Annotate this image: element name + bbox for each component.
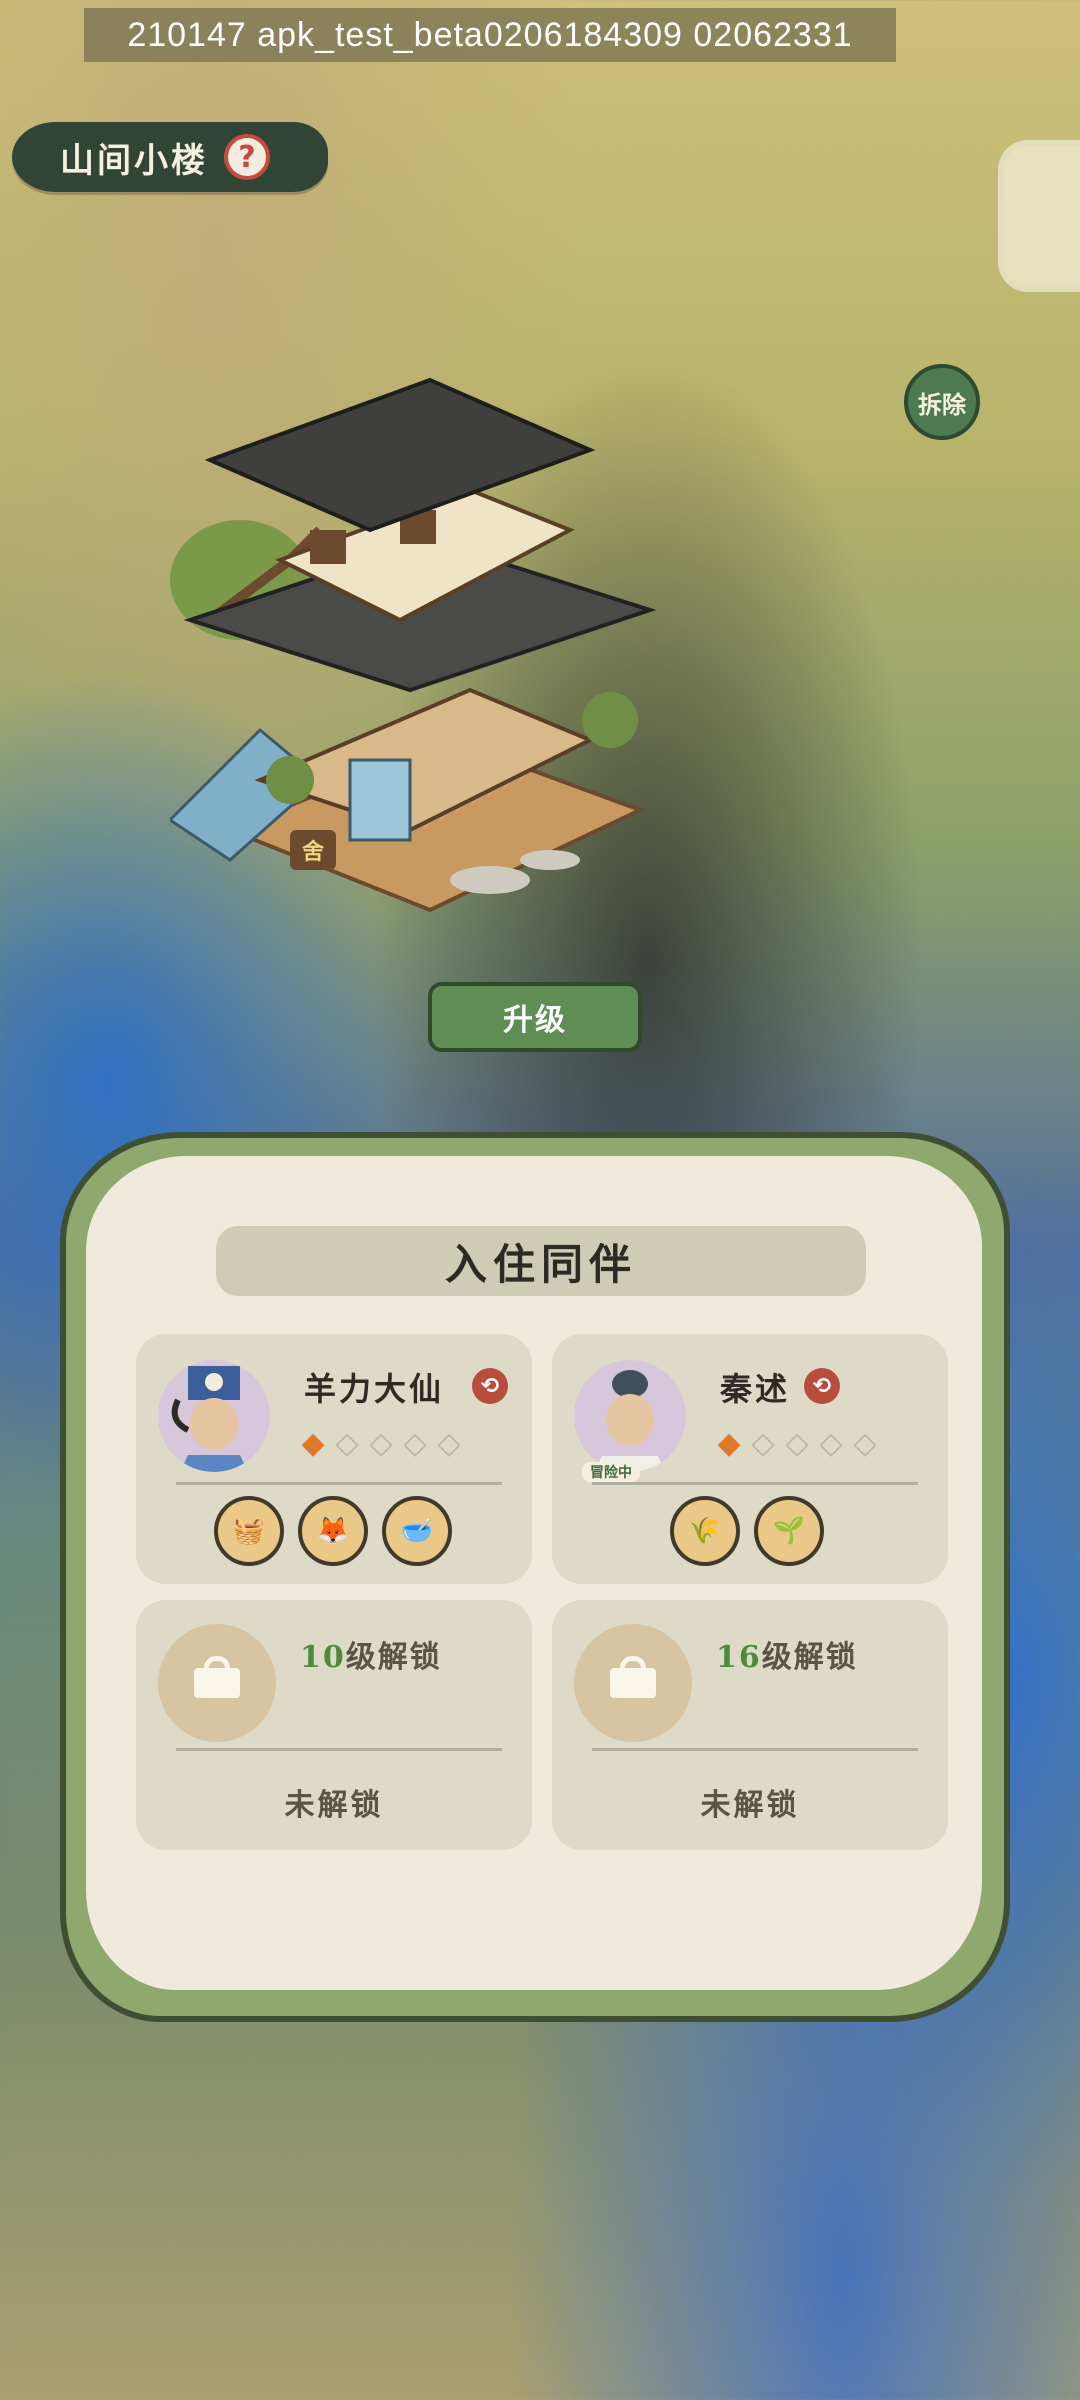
potted-plant (266, 756, 314, 804)
crop-field-icon[interactable]: 🌾 (670, 1496, 740, 1566)
window (310, 530, 346, 564)
building-illustration: 舍 (170, 377, 657, 913)
divider (592, 1482, 918, 1485)
lock-icon (610, 1656, 656, 1698)
building-title: 山间小楼 (60, 140, 208, 181)
residents-panel-inner: 入住同伴 羊力大仙 ⟲ ◆ ◇ ◇ ◇ ◇ 🧺 🦊 🥣 冒险中 秦述 ⟲ ◆ ◇… (86, 1156, 982, 1990)
star-icon: ◆ (717, 1425, 741, 1461)
stepping-stone (450, 866, 530, 894)
divider (592, 1748, 918, 1751)
shop-sign-char: 舍 (302, 839, 325, 865)
resident-name: 秦述 (720, 1370, 791, 1408)
star-icon: ◇ (785, 1425, 809, 1461)
robe (180, 1455, 248, 1472)
face (190, 1398, 238, 1450)
star-icon: ◇ (819, 1425, 843, 1461)
potted-plant (582, 692, 638, 748)
unlock-suffix: 级解锁 (761, 1640, 858, 1675)
star-icon: ◆ (301, 1425, 325, 1461)
unlock-requirement: 10级解锁 (300, 1632, 442, 1676)
residents-panel: 入住同伴 羊力大仙 ⟲ ◆ ◇ ◇ ◇ ◇ 🧺 🦊 🥣 冒险中 秦述 ⟲ ◆ ◇… (60, 1132, 1010, 2022)
swap-icon[interactable]: ⟲ (804, 1368, 840, 1404)
star-icon: ◇ (751, 1425, 775, 1461)
goat-immortal-portrait (171, 1366, 248, 1472)
bowl-icon[interactable]: 🥣 (382, 1496, 452, 1566)
horn-icon (171, 1398, 190, 1433)
lock-state: 未解锁 (700, 1788, 800, 1823)
divider (176, 1748, 502, 1751)
avatar (574, 1360, 686, 1472)
star-rating: ◆ ◇ ◇ ◇ ◇ (712, 1425, 882, 1461)
question-mark-icon[interactable]: ? (224, 134, 270, 180)
seedling-plot-icon[interactable]: 🌱 (754, 1496, 824, 1566)
top-roof (204, 377, 596, 533)
resident-name: 羊力大仙 (304, 1370, 445, 1408)
upgrade-button[interactable]: 升级 (428, 982, 642, 1052)
locked-slot-card[interactable]: 16级解锁 未解锁 (552, 1600, 948, 1850)
hair-bun (612, 1370, 648, 1398)
star-rating: ◆ ◇ ◇ ◇ ◇ (296, 1425, 466, 1461)
lock-icon (194, 1656, 240, 1698)
stepping-stone (520, 850, 580, 870)
star-icon: ◇ (853, 1425, 877, 1461)
status-badge: 冒险中 (582, 1462, 640, 1482)
fox-icon[interactable]: 🦊 (298, 1496, 368, 1566)
scholar-portrait (594, 1370, 666, 1472)
door-curtain (348, 758, 412, 842)
unlock-suffix: 级解锁 (345, 1640, 442, 1675)
skill-list: 🌾 🌱 (670, 1496, 824, 1566)
lock-state: 未解锁 (284, 1788, 384, 1823)
avatar (158, 1360, 270, 1472)
star-icon: ◇ (437, 1425, 461, 1461)
debug-build-banner: 210147 apk_test_beta0206184309 02062331 (84, 8, 896, 62)
swap-icon[interactable]: ⟲ (472, 1368, 508, 1404)
unlock-level: 10 (300, 1640, 346, 1675)
divider (176, 1482, 502, 1485)
basket-icon[interactable]: 🧺 (214, 1496, 284, 1566)
demolish-button[interactable]: 拆除 (904, 364, 980, 440)
skill-list: 🧺 🦊 🥣 (214, 1496, 452, 1566)
side-tab-button[interactable] (998, 140, 1080, 292)
star-icon: ◇ (403, 1425, 427, 1461)
yin-yang-icon (205, 1373, 223, 1391)
resident-card[interactable]: 羊力大仙 ⟲ ◆ ◇ ◇ ◇ ◇ 🧺 🦊 🥣 (136, 1334, 532, 1584)
star-icon: ◇ (335, 1425, 359, 1461)
unlock-requirement: 16级解锁 (716, 1632, 858, 1676)
building-title-plate: 山间小楼 ? (12, 122, 328, 192)
resident-card[interactable]: 冒险中 秦述 ⟲ ◆ ◇ ◇ ◇ ◇ 🌾 🌱 (552, 1334, 948, 1584)
face (606, 1394, 654, 1446)
panel-title: 入住同伴 (216, 1226, 866, 1296)
unlock-level: 16 (716, 1640, 762, 1675)
star-icon: ◇ (369, 1425, 393, 1461)
locked-slot-card[interactable]: 10级解锁 未解锁 (136, 1600, 532, 1850)
